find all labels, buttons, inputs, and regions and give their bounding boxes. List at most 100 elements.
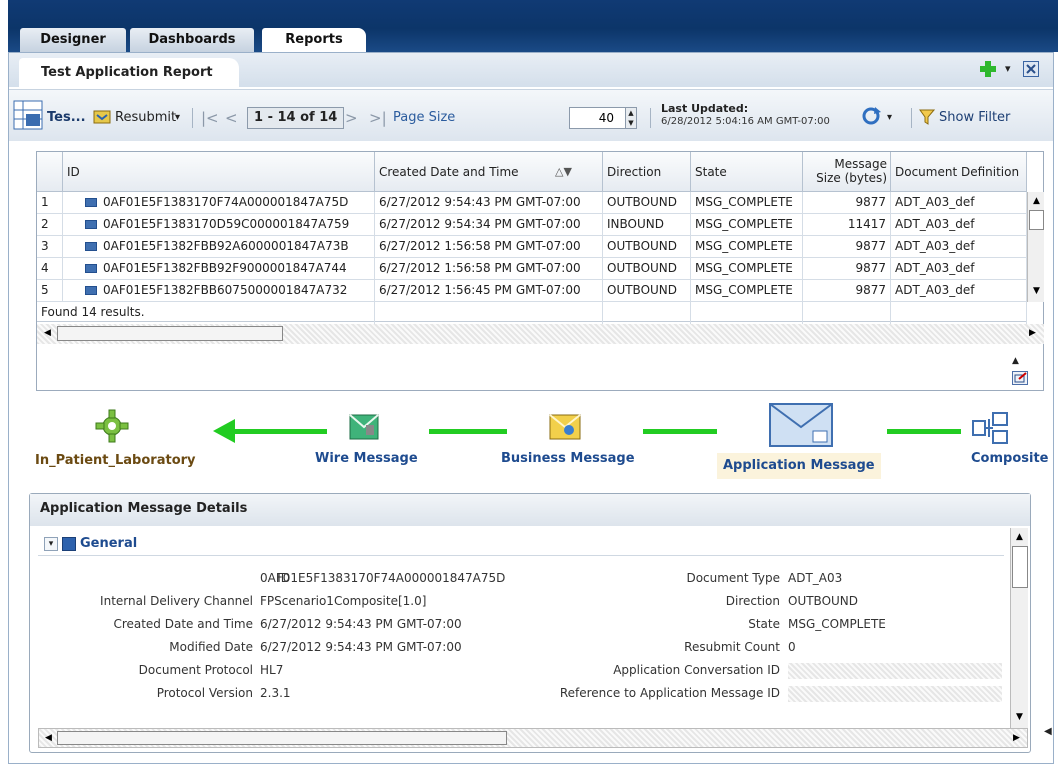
refresh-dropdown-icon[interactable]: ▾ (887, 109, 892, 127)
cell-text: 5 (41, 283, 49, 297)
scroll-up-icon[interactable]: ▲ (1029, 194, 1044, 209)
cell-size: 9877 (803, 280, 891, 302)
collapse-up-icon[interactable]: ▲ (1012, 357, 1026, 366)
table-row[interactable]: 5 0AF01E5F1382FBB6075000001847A732 6/27/20… (37, 280, 1027, 302)
details-vertical-scrollbar[interactable]: ▲ ▼ (1010, 528, 1028, 728)
general-section-title[interactable]: General (80, 536, 137, 551)
detach-icon[interactable] (1012, 371, 1028, 385)
business-message-icon[interactable] (549, 413, 581, 441)
scroll-up-icon[interactable]: ▲ (1012, 530, 1027, 545)
cell-text: OUTBOUND (607, 283, 678, 297)
column-header-direction[interactable]: Direction (603, 152, 691, 192)
show-filter-button[interactable]: Show Filter (939, 109, 1010, 127)
tab-designer[interactable]: Designer (20, 28, 126, 52)
cell-text[interactable]: 0AF01E5F1382FBB92A6000001847A73B (103, 239, 349, 253)
flow-link (219, 429, 327, 434)
scroll-right-icon[interactable]: ▶ (1009, 731, 1024, 746)
scroll-thumb[interactable] (57, 326, 283, 341)
page-size-input[interactable] (569, 107, 633, 129)
details-horizontal-scrollbar[interactable]: ◀ ▶ (38, 728, 1028, 748)
message-icon (85, 264, 97, 273)
cell-text: 6/27/2012 9:54:43 PM GMT-07:00 (379, 195, 581, 209)
column-header-size[interactable]: Message Size (bytes) (803, 152, 891, 192)
field-label-channel: Internal Delivery Channel (100, 594, 253, 608)
tab-reports[interactable]: Reports (262, 28, 366, 52)
cell-text: INBOUND (607, 217, 664, 231)
sort-icon[interactable]: △▼ (555, 152, 572, 192)
cell-text: 9877 (855, 239, 886, 253)
composite-icon[interactable] (971, 411, 1011, 445)
flow-node-business-message[interactable]: Business Message (501, 451, 635, 466)
chevron-down-icon[interactable]: ▾ (1005, 62, 1011, 75)
chevron-down-icon[interactable]: ▾ (44, 537, 58, 551)
scroll-left-icon[interactable]: ◀ (40, 326, 55, 341)
column-header-state[interactable]: State (691, 152, 803, 192)
column-header-id[interactable]: ID (63, 152, 375, 192)
page-size-spinner[interactable]: ▲ ▼ (625, 107, 637, 129)
scroll-left-icon[interactable]: ◀ (41, 731, 56, 746)
table-row[interactable]: 2 0AF01E5F1383170D59C000001847A759 6/27/20… (37, 214, 1027, 236)
flow-node-composite[interactable]: Composite (971, 451, 1048, 466)
table-horizontal-scrollbar[interactable]: ◀ ▶ (37, 324, 1044, 344)
toolbar-divider (650, 108, 651, 128)
last-page-icon[interactable]: >| (369, 109, 387, 127)
table-row[interactable]: 1 0AF01E5F1383170F74A000001847A75D 6/27/20… (37, 192, 1027, 214)
panel-splitter-icon[interactable]: ◀ (1044, 722, 1056, 742)
report-grid-icon[interactable] (13, 100, 43, 130)
table-row[interactable]: 4 0AF01E5F1382FBB92F9000001847A744 6/27/20… (37, 258, 1027, 280)
scroll-thumb[interactable] (57, 731, 507, 745)
column-header-created[interactable]: Created Date and Time △▼ (375, 152, 603, 192)
field-value-id: 0AF01E5F1383170F74A000001847A75D (260, 571, 506, 585)
scroll-thumb[interactable] (1012, 546, 1028, 588)
cell-text: 2 (41, 217, 49, 231)
previous-page-icon[interactable]: < (225, 109, 238, 127)
cell-created: 6/27/2012 9:54:34 PM GMT-07:00 (375, 214, 603, 236)
flow-node-application-message[interactable]: Application Message (717, 453, 881, 479)
cell-text[interactable]: 0AF01E5F1383170D59C000001847A759 (103, 217, 349, 231)
flow-node-wire-message[interactable]: Wire Message (315, 451, 418, 466)
cell-text: ADT_A03_def (895, 261, 975, 275)
field-value-modified: 6/27/2012 9:54:43 PM GMT-07:00 (260, 640, 462, 654)
flow-arrow-icon (213, 419, 235, 443)
scroll-down-icon[interactable]: ▼ (1012, 710, 1027, 725)
scroll-down-icon[interactable]: ▼ (1029, 284, 1044, 299)
cell-text: MSG_COMPLETE (695, 239, 793, 253)
cell-text[interactable]: 0AF01E5F1382FBB6075000001847A732 (103, 283, 347, 297)
table-footer-row: Found 14 results. (37, 302, 1027, 324)
message-icon (85, 220, 97, 229)
resubmit-dropdown-icon[interactable]: ▾ (175, 109, 180, 127)
tab-test-application-report[interactable]: Test Application Report (19, 58, 239, 87)
resubmit-button[interactable]: Resubmit (115, 109, 176, 127)
cell-created: 6/27/2012 1:56:45 PM GMT-07:00 (375, 280, 603, 302)
cell-id: 0AF01E5F1382FBB6075000001847A732 (63, 280, 375, 302)
first-page-icon[interactable]: |< (201, 109, 219, 127)
field-value-protocol-version: 2.3.1 (260, 686, 291, 700)
scroll-thumb[interactable] (1029, 210, 1044, 230)
application-message-icon[interactable] (769, 403, 833, 447)
report-tab-bar: Test Application Report ▾ (9, 53, 1053, 87)
field-label-state: State (748, 617, 780, 631)
add-icon[interactable] (979, 60, 997, 78)
table-vertical-scrollbar[interactable]: ▲ ▼ (1027, 192, 1044, 302)
cell-text[interactable]: 0AF01E5F1383170F74A000001847A75D (103, 195, 348, 209)
endpoint-gear-icon[interactable] (95, 409, 129, 443)
tab-dashboards[interactable]: Dashboards (130, 28, 254, 52)
scroll-right-icon[interactable]: ▶ (1025, 326, 1040, 341)
cell-n: 3 (37, 236, 63, 258)
next-page-icon[interactable]: > (345, 109, 358, 127)
field-label-modified: Modified Date (169, 640, 253, 654)
column-header-document-definition[interactable]: Document Definition (891, 152, 1027, 192)
refresh-icon[interactable] (861, 106, 881, 126)
cell-text[interactable]: 0AF01E5F1382FBB92F9000001847A744 (103, 261, 347, 275)
cell-text: 6/27/2012 1:56:58 PM GMT-07:00 (379, 239, 581, 253)
close-icon[interactable] (1023, 61, 1039, 77)
wire-message-icon[interactable] (349, 413, 379, 441)
footer-cell (375, 302, 603, 324)
report-toolbar: Tes... Resubmit ▾ |< < 1 - 14 of 14 > >|… (9, 89, 1053, 141)
flow-node-in-patient-laboratory[interactable]: In_Patient_Laboratory (35, 453, 196, 468)
message-icon (85, 286, 97, 295)
field-value-resubmit-count: 0 (788, 640, 796, 654)
table-row[interactable]: 3 0AF01E5F1382FBB92A6000001847A73B 6/27/20… (37, 236, 1027, 258)
cell-text: 1 (41, 195, 49, 209)
report-name-short[interactable]: Tes... (47, 109, 86, 127)
